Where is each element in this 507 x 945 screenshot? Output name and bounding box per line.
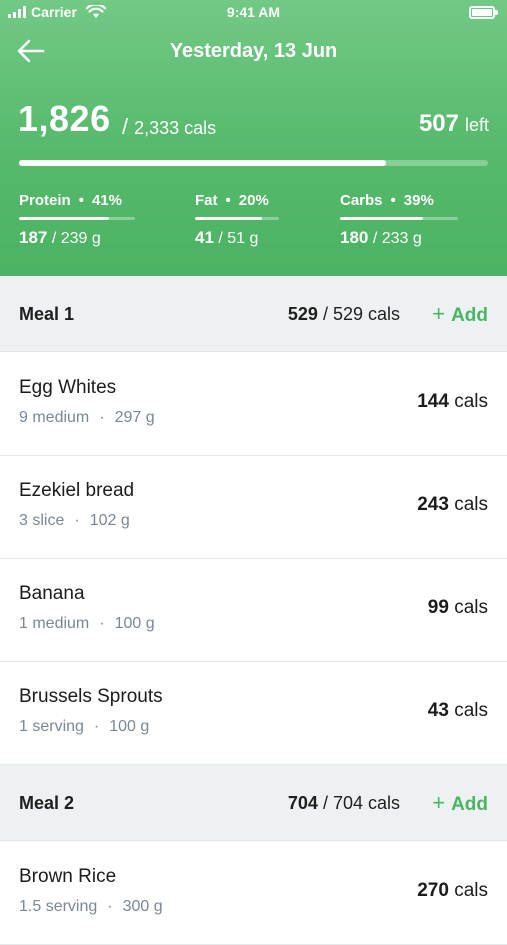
- food-row[interactable]: Brussels Sprouts 1 serving · 100 g 43 cals: [0, 662, 507, 765]
- add-label: Add: [451, 305, 488, 326]
- macro-progress-bar: [195, 217, 279, 220]
- macro-amount: 187: [19, 228, 48, 247]
- food-row[interactable]: Banana 1 medium · 100 g 99 cals: [0, 559, 507, 662]
- plus-icon: +: [432, 790, 446, 815]
- add-food-button[interactable]: + Add: [432, 765, 488, 843]
- macro-protein: Protein • 41% 187 / 239 g: [19, 192, 135, 248]
- calories-goal-wrapper: /2,333 cals: [122, 114, 217, 139]
- macro-percent: 39%: [403, 192, 434, 209]
- page-title: Yesterday, 13 Jun: [169, 40, 338, 62]
- food-detail: 1.5 serving · 300 g: [19, 898, 163, 915]
- food-detail: 1 medium · 100 g: [19, 615, 155, 632]
- add-label: Add: [451, 794, 488, 815]
- food-calories-unit: cals: [454, 391, 488, 412]
- food-calories-unit: cals: [454, 597, 488, 618]
- macro-goal: 51 g: [227, 230, 259, 247]
- meal-calories: 529 / 529 cals: [287, 304, 400, 324]
- food-calories-unit: cals: [454, 494, 488, 515]
- status-bar: Carrier 9:41 AM: [0, 0, 507, 26]
- food-name: Egg Whites: [19, 377, 117, 398]
- food-row[interactable]: Ezekiel bread 3 slice · 102 g 243 cals: [0, 456, 507, 559]
- food-calories: 99 cals: [428, 597, 488, 619]
- plus-icon: +: [432, 301, 446, 326]
- food-quantity: 3 slice: [19, 512, 65, 529]
- meal-calories-goal: 704 cals: [332, 793, 400, 813]
- macro-amount: 180: [340, 228, 369, 247]
- food-name: Brussels Sprouts: [19, 686, 163, 707]
- calorie-progress-fill: [19, 160, 387, 166]
- meal-calories: 704 / 704 cals: [287, 793, 400, 813]
- macro-fat: Fat • 20% 41 / 51 g: [195, 192, 279, 248]
- battery-icon: [469, 6, 498, 19]
- food-calories-unit: cals: [454, 700, 488, 721]
- calories-left-label: left: [464, 115, 489, 135]
- macro-name: Protein: [19, 192, 71, 209]
- calories-goal: 2,333 cals: [134, 118, 217, 138]
- food-calories-value: 43: [427, 700, 449, 721]
- calorie-progress-bar: [19, 160, 488, 166]
- food-name: Ezekiel bread: [19, 480, 135, 501]
- calories-consumed: 1,826: [18, 98, 111, 139]
- food-weight: 297 g: [114, 409, 155, 426]
- food-name: Brown Rice: [19, 866, 117, 887]
- macro-amount: 41: [195, 228, 214, 247]
- macro-name: Carbs: [340, 192, 383, 209]
- calories-left: 507: [418, 110, 459, 137]
- food-calories: 243 cals: [417, 494, 488, 516]
- food-detail: 9 medium · 297 g: [19, 409, 155, 426]
- food-row[interactable]: Brown Rice 1.5 serving · 300 g 270 cals: [0, 842, 507, 945]
- meal-calories-goal: 529 cals: [332, 304, 400, 324]
- food-weight: 100 g: [114, 615, 155, 632]
- food-row[interactable]: Egg Whites 9 medium · 297 g 144 cals: [0, 353, 507, 456]
- macro-goal: 233 g: [381, 230, 422, 247]
- meal-calories-value: 529: [287, 304, 318, 324]
- macro-progress-bar: [19, 217, 135, 220]
- food-calories-value: 99: [427, 597, 449, 618]
- calories-left-wrapper: 507 left: [419, 110, 489, 138]
- meal-title: Meal 1: [19, 304, 75, 324]
- food-name: Banana: [19, 583, 85, 604]
- food-quantity: 9 medium: [19, 409, 90, 426]
- food-calories-value: 243: [417, 494, 449, 515]
- macro-goal: 239 g: [60, 230, 101, 247]
- food-detail: 1 serving · 100 g: [19, 718, 150, 735]
- macro-name: Fat: [195, 192, 218, 209]
- macro-percent: 20%: [238, 192, 269, 209]
- food-calories-value: 144: [417, 391, 449, 412]
- summary-header: Carrier 9:41 AM Yesterday, 13 Jun 1,826 …: [0, 0, 507, 276]
- meal-calories-value: 704: [287, 793, 318, 813]
- macro-percent: 41%: [91, 192, 122, 209]
- food-calories: 270 cals: [417, 880, 488, 902]
- macro-progress-fill: [195, 217, 263, 220]
- food-calories: 144 cals: [417, 391, 488, 413]
- food-quantity: 1 medium: [19, 615, 90, 632]
- food-weight: 300 g: [122, 898, 163, 915]
- macro-progress-fill: [19, 217, 110, 220]
- add-food-button[interactable]: + Add: [432, 276, 488, 354]
- food-weight: 102 g: [89, 512, 130, 529]
- macro-progress-bar: [340, 217, 458, 220]
- food-weight: 100 g: [109, 718, 150, 735]
- food-quantity: 1.5 serving: [19, 898, 98, 915]
- food-detail: 3 slice · 102 g: [19, 512, 130, 529]
- status-time: 9:41 AM: [226, 4, 281, 20]
- meal-title: Meal 2: [19, 793, 75, 813]
- food-calories-value: 270: [417, 880, 449, 901]
- food-calories-unit: cals: [454, 880, 488, 901]
- food-calories: 43 cals: [428, 700, 488, 722]
- meal-header: Meal 1 529 / 529 cals + Add: [0, 276, 507, 352]
- macro-carbs: Carbs • 39% 180 / 233 g: [340, 192, 458, 248]
- macro-progress-fill: [340, 217, 423, 220]
- food-quantity: 1 serving: [19, 718, 84, 735]
- meal-header: Meal 2 704 / 704 cals + Add: [0, 765, 507, 841]
